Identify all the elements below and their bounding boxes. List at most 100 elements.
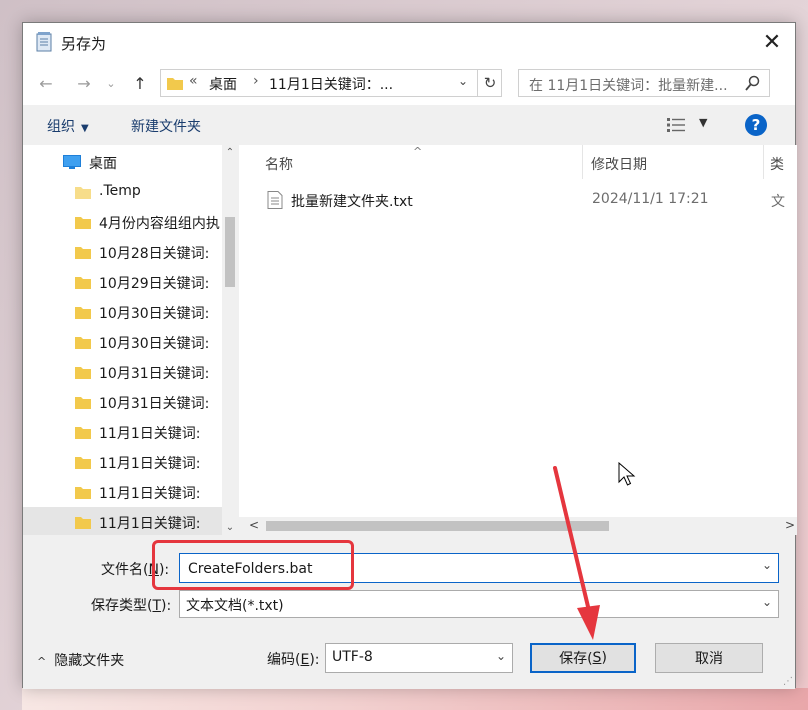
tree-item-temp[interactable]: .Temp xyxy=(23,177,223,207)
breadcrumb-desktop[interactable]: 桌面 xyxy=(209,74,237,94)
tree-item-label: 10月29日关键词: xyxy=(99,276,210,292)
breadcrumb-current-folder[interactable]: 11月1日关键词：... xyxy=(269,74,393,94)
filename-label: 文件名(N): xyxy=(101,562,170,578)
tree-item-folder[interactable]: 10月30日关键词: xyxy=(23,297,223,327)
mouse-cursor-icon xyxy=(618,462,636,486)
resize-grip-icon[interactable]: ⋰ xyxy=(783,676,793,687)
folder-icon xyxy=(75,247,91,259)
back-button[interactable]: ← xyxy=(33,71,59,95)
tree-item-folder[interactable]: 10月30日关键词: xyxy=(23,327,223,357)
title-bar: 另存为 ✕ xyxy=(23,23,795,61)
folder-tree: 桌面 .Temp 4月份内容组组内执 10月28日关键词: 10月29日关键词:… xyxy=(23,145,238,535)
view-dropdown-icon[interactable]: ▼ xyxy=(699,116,707,129)
folder-icon xyxy=(75,277,91,289)
tree-item-folder[interactable]: 10月31日关键词: xyxy=(23,387,223,417)
chevron-down-icon: ⌄ xyxy=(761,595,772,609)
folder-icon xyxy=(75,397,91,409)
tree-item-desktop[interactable]: 桌面 xyxy=(23,147,223,177)
cancel-button[interactable]: 取消 xyxy=(655,643,763,673)
scrollbar-thumb[interactable] xyxy=(225,217,235,287)
scroll-down-icon[interactable]: ⌄ xyxy=(222,522,238,533)
file-type: 文 xyxy=(771,194,785,210)
column-header-label: 类 xyxy=(770,157,784,173)
refresh-icon: ↻ xyxy=(483,74,497,92)
filetype-select[interactable]: 文本文档(*.txt) ⌄ xyxy=(179,590,779,618)
scrollbar-thumb[interactable] xyxy=(266,521,609,531)
organize-label: 组织 xyxy=(47,119,75,135)
tree-item-folder-current[interactable]: 11月1日关键词: xyxy=(23,507,223,535)
close-button[interactable]: ✕ xyxy=(749,23,795,61)
refresh-button[interactable]: ↻ xyxy=(477,70,502,96)
column-header-name[interactable]: 名称 xyxy=(239,145,582,179)
folder-icon xyxy=(75,427,91,439)
arrow-left-icon: ← xyxy=(39,73,53,93)
tree-item-label: 11月1日关键词: xyxy=(99,516,201,532)
breadcrumb-separator-icon[interactable]: › xyxy=(253,73,259,89)
tree-item-label: 桌面 xyxy=(89,156,117,172)
column-header-label: 名称 xyxy=(265,157,293,173)
view-options-icon[interactable] xyxy=(667,118,685,132)
scroll-right-icon[interactable]: > xyxy=(785,518,795,532)
chevron-down-icon: ⌄ xyxy=(495,649,506,663)
triangle-down-icon: ▼ xyxy=(81,123,89,134)
desktop-icon xyxy=(63,155,81,169)
tree-scrollbar[interactable]: ⌃ ⌄ xyxy=(222,145,238,535)
file-name: 批量新建文件夹.txt xyxy=(291,194,413,210)
tree-item-folder[interactable]: 10月28日关键词: xyxy=(23,237,223,267)
text-file-icon xyxy=(267,191,283,209)
tree-item-label: 10月30日关键词: xyxy=(99,306,210,322)
organize-button[interactable]: 组织 ▼ xyxy=(47,116,89,136)
chevron-down-icon[interactable]: ⌄ xyxy=(762,558,772,572)
background-strip xyxy=(22,688,808,710)
search-box[interactable]: 在 11月1日关键词：批量新建... xyxy=(518,69,770,97)
search-icon xyxy=(745,75,760,91)
navigation-bar: ← → ⌄ ↑ « 桌面 › 11月1日关键词：... ⌄ ↻ 在 11月1日关… xyxy=(23,61,795,105)
tree-item-label: 10月28日关键词: xyxy=(99,246,210,262)
column-header-modified[interactable]: 修改日期 xyxy=(583,145,763,179)
tree-item-folder[interactable]: 11月1日关键词: xyxy=(23,447,223,477)
folder-icon xyxy=(167,78,183,90)
tree-item-folder[interactable]: 4月份内容组组内执 xyxy=(23,207,223,237)
tree-item-label: .Temp xyxy=(99,183,141,199)
save-as-dialog: 另存为 ✕ ← → ⌄ ↑ « 桌面 › 11月1日关键词：... ⌄ ↻ 在 … xyxy=(22,22,797,689)
address-bar[interactable]: « 桌面 › 11月1日关键词：... ⌄ ↻ xyxy=(160,69,502,97)
folder-icon xyxy=(75,337,91,349)
tree-item-folder[interactable]: 10月29日关键词: xyxy=(23,267,223,297)
column-header-type[interactable]: 类 xyxy=(764,145,797,179)
chevron-down-icon: ⌄ xyxy=(106,76,116,90)
recent-locations-button[interactable]: ⌄ xyxy=(103,71,119,95)
tree-item-folder[interactable]: 10月31日关键词: xyxy=(23,357,223,387)
folder-icon xyxy=(75,187,91,199)
notepad-icon xyxy=(36,32,52,52)
tree-item-folder[interactable]: 11月1日关键词: xyxy=(23,417,223,447)
save-button[interactable]: 保存(S) xyxy=(530,643,636,673)
filename-input[interactable] xyxy=(186,557,750,581)
encoding-label: 编码(E): xyxy=(267,652,320,668)
forward-button[interactable]: → xyxy=(71,71,97,95)
folder-icon xyxy=(75,217,91,229)
hide-folders-button[interactable]: ^ 隐藏文件夹 xyxy=(37,650,124,670)
address-overflow-icon[interactable]: « xyxy=(189,73,198,89)
tree-item-label: 11月1日关键词: xyxy=(99,456,201,472)
hide-folders-label: 隐藏文件夹 xyxy=(54,653,125,669)
folder-icon xyxy=(75,487,91,499)
tree-item-label: 4月份内容组组内执 xyxy=(99,216,220,232)
file-list: 名称 ^ 修改日期 类 批量新建文件夹.txt 2024/11/1 17:21 … xyxy=(239,145,797,535)
filename-field[interactable]: ⌄ xyxy=(179,553,779,583)
filetype-value: 文本文档(*.txt) xyxy=(186,598,284,614)
sort-ascending-icon: ^ xyxy=(413,145,423,158)
file-modified-date: 2024/11/1 17:21 xyxy=(592,191,709,207)
address-dropdown-icon[interactable]: ⌄ xyxy=(458,74,468,88)
encoding-value: UTF-8 xyxy=(332,649,373,665)
filetype-label: 保存类型(T): xyxy=(91,598,172,614)
file-list-horizontal-scrollbar[interactable]: < > xyxy=(239,517,797,535)
new-folder-button[interactable]: 新建文件夹 xyxy=(131,116,201,136)
file-row[interactable]: 批量新建文件夹.txt 2024/11/1 17:21 文 xyxy=(239,185,797,215)
scroll-left-icon[interactable]: < xyxy=(249,518,259,532)
tree-item-folder[interactable]: 11月1日关键词: xyxy=(23,477,223,507)
close-icon: ✕ xyxy=(762,29,782,55)
help-icon[interactable]: ? xyxy=(745,114,767,136)
encoding-select[interactable]: UTF-8 ⌄ xyxy=(325,643,513,673)
up-button[interactable]: ↑ xyxy=(127,71,153,95)
scroll-up-icon[interactable]: ⌃ xyxy=(222,147,238,158)
